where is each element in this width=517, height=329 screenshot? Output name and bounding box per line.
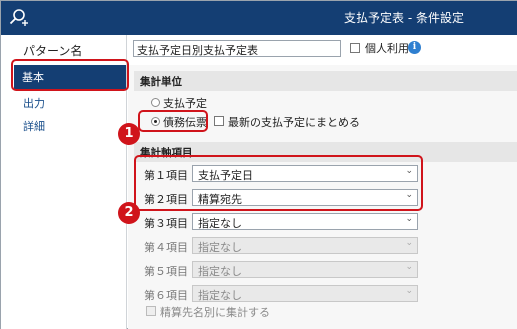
personal-use-label: 個人利用: [365, 42, 409, 55]
item-3-value: 指定なし: [198, 217, 242, 230]
step-badge-2: 2: [118, 202, 140, 224]
highlight-debt-slip: [138, 110, 208, 132]
latest-schedule-label: 最新の支払予定にまとめる: [228, 116, 360, 129]
item-5-select: 指定なし ⌄: [192, 261, 418, 278]
item-5-label: 第５項目: [144, 265, 188, 278]
item-5-value: 指定なし: [198, 265, 242, 278]
search-plus-icon[interactable]: [8, 8, 28, 28]
item-4-value: 指定なし: [198, 241, 242, 254]
title-bar: 支払予定表 - 条件設定: [1, 1, 517, 35]
summary-by-payee-checkbox: [146, 306, 156, 316]
section-header-unit: 集計単位: [134, 71, 517, 91]
window: 支払予定表 - 条件設定 パターン名 基本 出力 詳細 支払予定日別支払予定表 …: [0, 0, 517, 329]
radio-payment-schedule[interactable]: [151, 98, 160, 107]
info-icon[interactable]: i: [408, 41, 421, 54]
pattern-row: 支払予定日別支払予定表 個人利用 i: [128, 35, 517, 65]
chevron-down-icon: ⌄: [405, 238, 413, 248]
chevron-down-icon: ⌄: [405, 214, 413, 224]
personal-use-checkbox[interactable]: [350, 43, 360, 53]
sidebar-item-output[interactable]: 出力: [23, 95, 45, 111]
item-4-label: 第４項目: [144, 241, 188, 254]
item-3-label: 第３項目: [144, 217, 188, 230]
chevron-down-icon: ⌄: [405, 262, 413, 272]
pattern-name-input[interactable]: 支払予定日別支払予定表: [133, 40, 341, 57]
item-6-select: 指定なし ⌄: [192, 285, 418, 302]
item-4-select: 指定なし ⌄: [192, 237, 418, 254]
highlight-axis-items: [134, 155, 423, 211]
pattern-name-label: パターン名: [23, 44, 83, 58]
item-3-select[interactable]: 指定なし ⌄: [192, 213, 418, 230]
chevron-down-icon: ⌄: [405, 286, 413, 296]
item-6-label: 第６項目: [144, 289, 188, 302]
radio-payment-schedule-label: 支払予定: [163, 97, 207, 110]
window-title: 支払予定表 - 条件設定: [344, 11, 464, 25]
sidebar-item-detail[interactable]: 詳細: [23, 118, 45, 134]
latest-schedule-checkbox[interactable]: [214, 116, 224, 126]
step-badge-1: 1: [118, 123, 140, 145]
item-6-value: 指定なし: [198, 289, 242, 302]
highlight-basic: [11, 59, 129, 91]
summary-by-payee-label: 精算先名別に集計する: [160, 306, 270, 319]
